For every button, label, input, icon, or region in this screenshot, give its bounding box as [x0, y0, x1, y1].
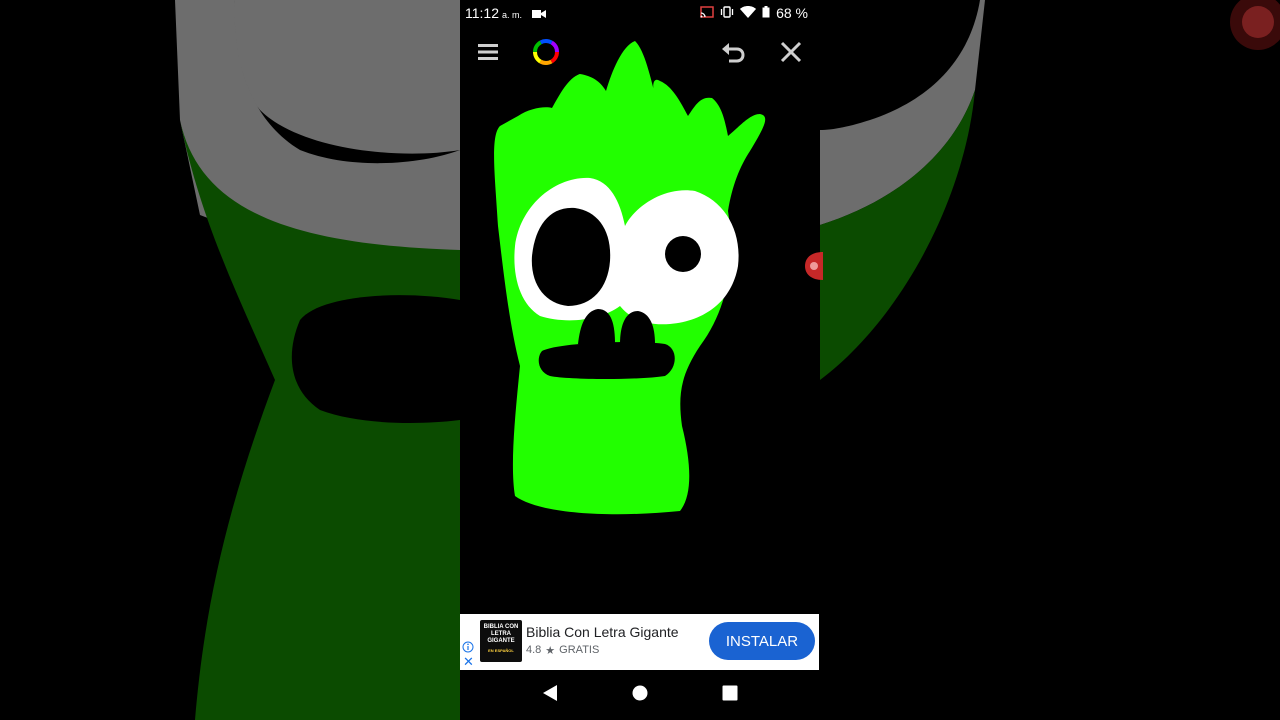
status-time: 11:12 a. m. [465, 5, 546, 22]
back-icon [542, 684, 558, 707]
recents-icon [722, 685, 738, 706]
record-indicator-icon[interactable] [803, 252, 823, 280]
color-wheel-icon [531, 37, 561, 72]
recents-button[interactable] [719, 684, 741, 706]
undo-icon [721, 41, 745, 68]
ad-app-logo: BIBLIA CON LETRA GIGANTE EN ESPAÑOL [480, 620, 522, 662]
ad-close-icon[interactable]: ✕ [463, 655, 474, 668]
ad-price: GRATIS [559, 644, 600, 656]
battery-icon [762, 5, 770, 21]
time-text: 11:12 [465, 5, 499, 21]
star-icon: ★ [545, 645, 556, 657]
color-picker-button[interactable] [526, 34, 566, 74]
status-icons: 68 % [700, 5, 808, 21]
video-camera-icon [531, 6, 546, 22]
ad-meta: 4.8 ★ GRATIS [526, 644, 599, 657]
home-icon [632, 685, 648, 706]
wifi-icon [740, 5, 757, 21]
drawing-left-eye [531, 207, 611, 306]
drawing-right-pupil [665, 236, 701, 272]
drawing-mouth [538, 342, 675, 379]
battery-percent: 68 % [776, 5, 808, 21]
cast-icon [700, 5, 714, 21]
install-button[interactable]: INSTALAR [709, 622, 815, 660]
menu-icon [477, 43, 499, 66]
phone-screen: 11:12 a. m. 68 % ✕ BIBLIA CON LETRA GIGA… [460, 0, 820, 720]
home-button[interactable] [629, 684, 651, 706]
ad-logo-text: BIBLIA CON LETRA GIGANTE [483, 624, 519, 644]
navigation-bar [460, 670, 820, 720]
info-icon[interactable] [462, 640, 474, 653]
status-bar: 11:12 a. m. 68 % [460, 0, 820, 26]
ad-title[interactable]: Biblia Con Letra Gigante [526, 624, 679, 640]
menu-button[interactable] [468, 34, 508, 74]
ampm-text: a. m. [502, 10, 523, 20]
drawing-canvas[interactable] [460, 26, 820, 614]
drawing-toolbar [460, 30, 820, 78]
undo-button[interactable] [713, 34, 753, 74]
close-icon [780, 41, 802, 68]
close-button[interactable] [771, 34, 811, 74]
back-button[interactable] [539, 684, 561, 706]
ad-logo-sub: EN ESPAÑOL [488, 648, 514, 653]
ad-banner[interactable]: ✕ BIBLIA CON LETRA GIGANTE EN ESPAÑOL Bi… [460, 614, 819, 670]
ad-rating: 4.8 [526, 644, 542, 656]
vibrate-icon [720, 5, 734, 21]
